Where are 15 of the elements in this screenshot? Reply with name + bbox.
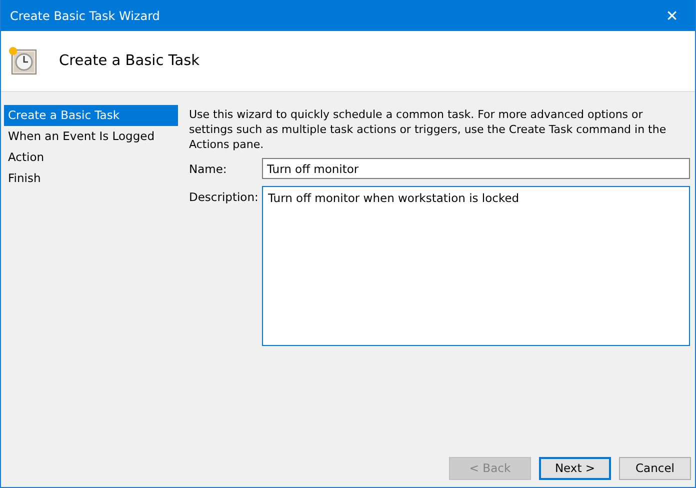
clock-icon — [7, 45, 39, 77]
close-button[interactable]: ✕ — [649, 0, 695, 31]
wizard-button[interactable]: Next > — [539, 456, 611, 480]
description-field[interactable]: Turn off monitor when workstation is locked — [262, 186, 690, 346]
window-title: Create Basic Task Wizard — [9, 8, 160, 22]
page-title: Create a Basic Task — [59, 53, 200, 69]
description-label: Description: — [189, 189, 260, 206]
wizard-button[interactable]: Cancel — [619, 456, 691, 480]
name-label: Name: — [189, 161, 228, 178]
intro-text: Use this wizard to quickly schedule a common task. For more advanced options or settings such as multiple task actions or triggers, use the Create Task command in the Actions pane. — [189, 107, 668, 152]
wizard-step[interactable]: Create a Basic Task — [4, 105, 178, 126]
wizard-step[interactable]: When an Event Is Logged — [4, 126, 178, 147]
wizard-step[interactable]: Finish — [4, 168, 178, 189]
name-field[interactable]: Turn off monitor — [262, 158, 690, 179]
wizard-step[interactable]: Action — [4, 147, 178, 168]
